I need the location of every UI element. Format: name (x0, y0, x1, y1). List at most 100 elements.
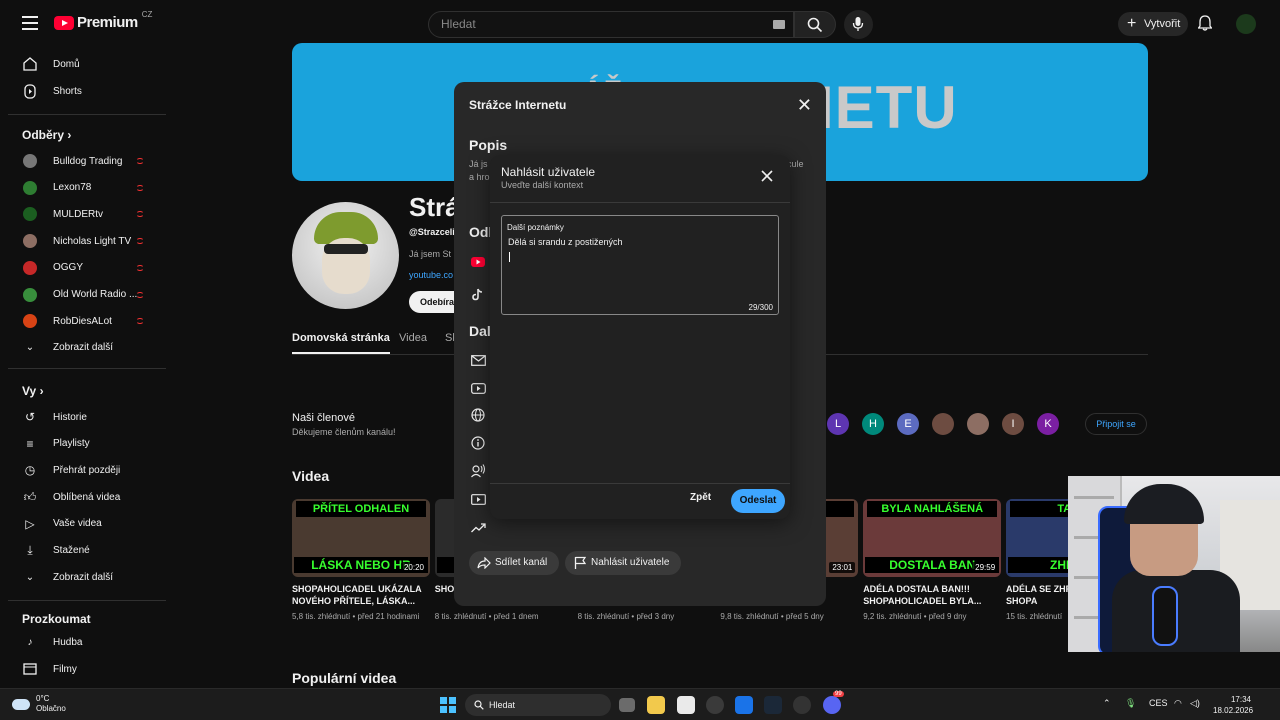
obs-icon[interactable] (793, 696, 811, 714)
close-icon[interactable] (760, 169, 774, 183)
share-channel-button[interactable]: Sdílet kanál (469, 551, 560, 575)
volume-icon[interactable]: ◁) (1190, 698, 1200, 709)
member-avatar[interactable]: L (827, 413, 849, 435)
sidebar-item-liked-videos[interactable]: 👍︎ Oblíbená videa (8, 484, 166, 510)
sidebar-item-label: Domů (53, 58, 80, 70)
sidebar-divider (8, 114, 166, 115)
sidebar-item-label: MULDERtv (53, 208, 104, 220)
member-avatar[interactable]: H (862, 413, 884, 435)
microphone-icon[interactable]: 🎙 (1125, 698, 1136, 709)
store-icon[interactable] (677, 696, 695, 714)
file-explorer-icon[interactable] (647, 696, 665, 714)
voice-search-button[interactable] (844, 10, 873, 39)
member-avatar[interactable]: K (1037, 413, 1059, 435)
tiktok-icon[interactable] (471, 288, 487, 304)
video-title[interactable]: SHOPAHOLICADEL UKÁZALA NOVÉHO PŘÍTELE, L… (292, 583, 430, 607)
text-caret (509, 252, 510, 262)
plus-icon: + (1127, 15, 1137, 32)
videos-section-title[interactable]: Videa (292, 468, 329, 484)
channel-avatar-icon (22, 233, 38, 249)
member-avatar[interactable]: I (1002, 413, 1024, 435)
video-meta: 8 tis. zhlédnutí • před 3 dny (578, 611, 716, 623)
sidebar-item-playlist[interactable]: ≡ Playlisty (8, 431, 166, 457)
sidebar-item-subscription[interactable]: Bulldog Trading (8, 148, 166, 174)
windows-start-icon[interactable] (440, 697, 456, 713)
sidebar-item-subscription[interactable]: Nicholas Light TV (8, 228, 166, 254)
youtube-logo[interactable]: Premium CZ (54, 10, 152, 31)
keyboard-language[interactable]: CES (1149, 698, 1168, 708)
channel-avatar-icon (22, 180, 38, 196)
sidebar-item-show-more-2[interactable]: ⌄ Zobrazit další (8, 564, 166, 590)
sidebar-subscriptions-title[interactable]: Odběry › (22, 128, 71, 142)
sidebar-item-downloads[interactable]: ⤓ Stažené (8, 538, 166, 564)
notifications-bell-icon[interactable] (1198, 15, 1212, 31)
search-button[interactable] (794, 11, 836, 38)
channel-link[interactable]: youtube.co (409, 270, 453, 280)
video-card[interactable]: PŘÍTEL ODHALEN LÁSKA NEBO HR 20:20 SHOPAHOL… (292, 499, 430, 623)
join-button[interactable]: Připojit se (1085, 413, 1147, 435)
sidebar-item-subscription[interactable]: RobDiesALot (8, 308, 166, 334)
sidebar-item-movies[interactable]: Filmy (8, 656, 166, 682)
task-view-icon[interactable] (619, 698, 635, 712)
sidebar-item-label: Přehrát později (53, 464, 121, 476)
sidebar-divider (8, 368, 166, 369)
share-channel-label: Sdílet kanál (495, 557, 548, 568)
member-avatar[interactable] (967, 413, 989, 435)
sidebar-item-music[interactable]: ♪ Hudba (8, 629, 166, 655)
close-icon[interactable]: ✕ (797, 96, 812, 114)
tab-home[interactable]: Domovská stránka (292, 332, 390, 354)
video-thumbnail[interactable]: BYLA NAHLÁŠENÁ DOSTALA BAN 29:59 (863, 499, 1002, 577)
youtube-link-icon[interactable] (471, 254, 487, 270)
wifi-icon[interactable]: ◠ (1174, 698, 1182, 709)
microphone-icon (852, 17, 864, 31)
sidebar-item-shorts[interactable]: Shorts (8, 78, 166, 104)
tab-videos[interactable]: Videa (399, 332, 427, 344)
taskbar-search-label: Hledat (489, 700, 516, 710)
menu-icon[interactable] (22, 16, 38, 30)
cloud-icon (12, 698, 30, 710)
chevron-up-icon[interactable]: ⌃ (1103, 698, 1111, 709)
sidebar-item-subscription[interactable]: MULDERtv (8, 201, 166, 227)
vscode-icon[interactable] (735, 696, 753, 714)
additional-notes-value[interactable]: Dělá si srandu z postižených (508, 237, 623, 247)
webcam-overlay (1068, 476, 1280, 652)
send-button[interactable]: Odeslat (731, 489, 785, 513)
home-icon (22, 56, 38, 72)
live-icon (136, 291, 144, 298)
video-thumbnail[interactable]: PŘÍTEL ODHALEN LÁSKA NEBO HR 20:20 (292, 499, 430, 577)
discord-icon[interactable]: 99 (823, 691, 844, 714)
sidebar-item-home[interactable]: Domů (8, 51, 166, 77)
video-meta: 9,2 tis. zhlédnutí • před 9 dny (863, 611, 1001, 623)
taskbar-search[interactable]: Hledat (465, 694, 611, 716)
sidebar-you-title[interactable]: Vy › (22, 384, 44, 398)
sidebar-item-watch-later[interactable]: ◷ Přehrát později (8, 457, 166, 483)
clock[interactable]: 17:34 18.02.2026 (1213, 694, 1253, 716)
member-avatar[interactable]: E (897, 413, 919, 435)
sidebar-item-your-videos[interactable]: ▷ Vaše videa (8, 511, 166, 537)
sidebar-item-show-more[interactable]: ⌄ Zobrazit další (8, 334, 166, 360)
channel-description[interactable]: Já jsem St (409, 249, 451, 259)
keyboard-icon[interactable] (773, 20, 785, 29)
additional-notes-field[interactable]: Další poznámky Dělá si srandu z postižen… (501, 215, 779, 315)
weather-widget[interactable]: 0°C Oblačno (12, 694, 66, 714)
sidebar-item-history[interactable]: ↺ Historie (8, 404, 166, 430)
sidebar-item-subscription[interactable]: OGGY (8, 255, 166, 281)
subscriptions-title-text: Odběry (22, 128, 65, 142)
sidebar-explore-title: Prozkoumat (22, 612, 91, 626)
steam-icon[interactable] (764, 696, 782, 714)
report-user-dialog: Nahlásit uživatele Uveďte další kontext … (490, 155, 790, 519)
create-button[interactable]: + Vytvořit (1118, 12, 1188, 36)
member-avatar[interactable] (932, 413, 954, 435)
video-card[interactable]: BYLA NAHLÁŠENÁ DOSTALA BAN 29:59 ADÉLA DOST… (863, 499, 1002, 623)
back-button[interactable]: Zpět (690, 492, 711, 503)
sidebar-item-subscription[interactable]: Lexon78 (8, 175, 166, 201)
sidebar-item-label: Stažené (53, 545, 90, 556)
account-avatar[interactable] (1236, 14, 1256, 34)
report-user-button[interactable]: Nahlásit uživatele (565, 551, 682, 575)
video-title[interactable]: ADÉLA DOSTALA BAN!!! SHOPAHOLICADEL BYLA… (863, 583, 1001, 607)
sidebar-item-subscription[interactable]: Old World Radio ... (8, 282, 166, 308)
chrome-icon[interactable] (706, 696, 724, 714)
popular-section-title: Populární videa (292, 670, 397, 686)
search-input[interactable]: Hledat (428, 11, 794, 38)
channel-avatar-icon (22, 206, 38, 222)
